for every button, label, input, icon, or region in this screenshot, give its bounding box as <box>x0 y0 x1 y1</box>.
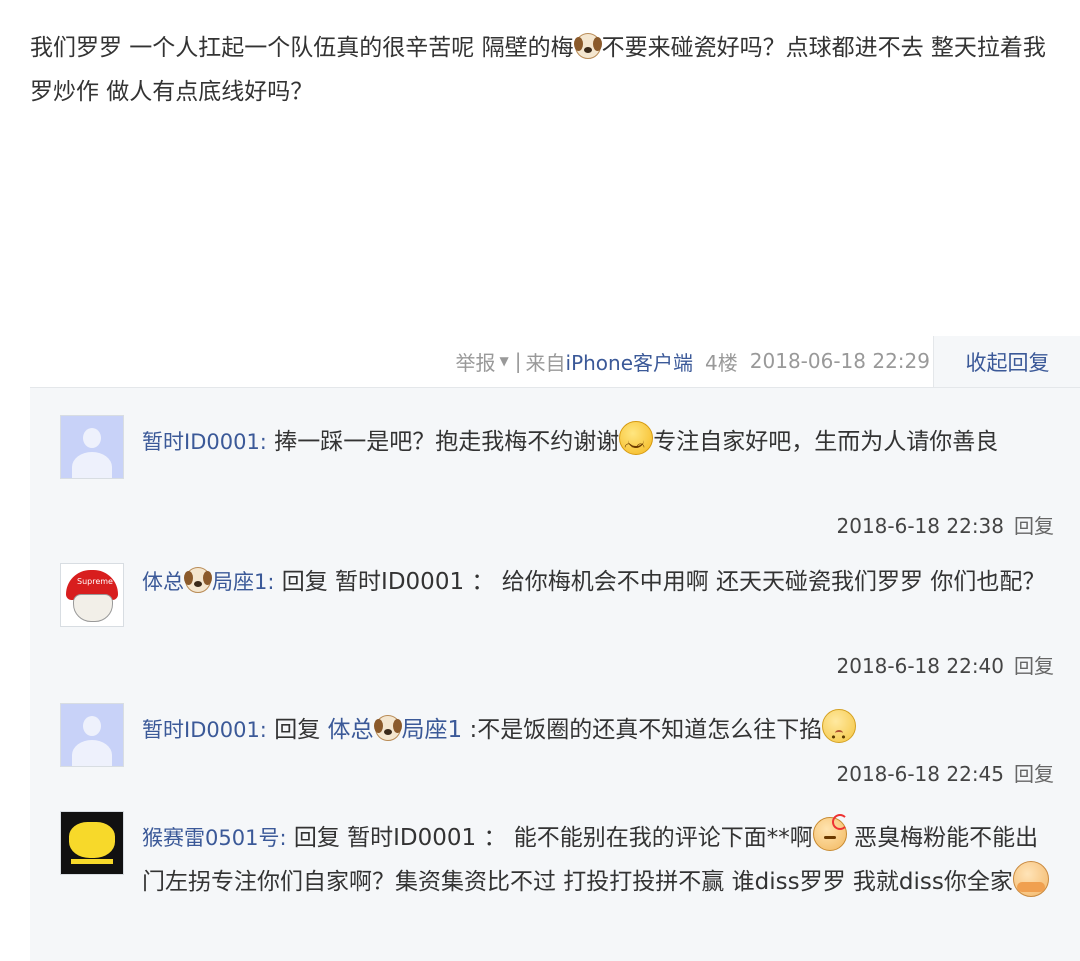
meta-separator: | <box>514 349 522 373</box>
reply-time: 2018-6-18 22:45 <box>836 762 1005 786</box>
reply-panel: 暂时ID0001: 捧一踩一是吧？抱走我梅不约谢谢 专注自家好吧，生而为人请你善良… <box>30 387 1080 961</box>
mention-part: 体总 <box>327 717 374 743</box>
reply-button[interactable]: 回复 <box>1014 654 1054 678</box>
client-source: 来自iPhone客户端 <box>526 347 694 376</box>
reply-button[interactable]: 回复 <box>1014 514 1054 538</box>
hug-emoji-icon <box>1012 861 1049 913</box>
avatar[interactable]: Supreme <box>60 563 124 627</box>
reply-meta: 2018-6-18 22:40 回复 <box>837 650 1055 679</box>
from-prefix: 来自 <box>525 350 566 375</box>
shy-emoji-icon <box>822 709 857 760</box>
reply-text: 专注自家好吧，生而为人请你善良 <box>653 429 999 455</box>
collapse-replies-button[interactable]: 收起回复 <box>933 336 1080 388</box>
reply-text: 捧一踩一是吧？抱走我梅不约谢谢 <box>266 429 620 455</box>
reply-text: 回复 暂时ID0001 ： 能不能别在我的评论下面**啊 <box>286 825 813 851</box>
reply-body: 暂时ID0001: 回复 体总 局座1 :不是饭圈的还真不知道怎么往下掐 <box>142 708 1052 760</box>
reply-username[interactable]: 暂时ID0001: <box>142 718 267 742</box>
report-link[interactable]: 举报 <box>456 347 496 376</box>
reply-body: 猴赛雷0501号: 回复 暂时ID0001 ： 能不能别在我的评论下面**啊 恶… <box>142 814 1052 913</box>
reply-username[interactable]: 猴赛雷0501号: <box>142 826 287 850</box>
reply-time: 2018-6-18 22:40 <box>836 654 1005 678</box>
post-text-part1: 我们罗罗 一个人扛起一个队伍真的很辛苦呢 隔壁的梅 <box>30 35 574 61</box>
dog-emoji-icon <box>573 33 602 59</box>
avatar[interactable] <box>60 703 124 767</box>
reply-body: 体总 局座1: 回复 暂时ID0001 ： 给你梅机会不中用啊 还天天碰瓷我们罗罗… <box>142 560 1052 604</box>
mention-link[interactable]: 体总 局座1 <box>327 715 463 743</box>
post-meta-bar: 举报 ▼ | 来自iPhone客户端 4楼 2018-06-18 22:29 <box>400 338 930 384</box>
client-link[interactable]: iPhone客户端 <box>566 351 694 375</box>
reply-meta: 2018-6-18 22:45 回复 <box>837 758 1055 787</box>
reply-meta: 2018-6-18 22:38 回复 <box>837 510 1055 539</box>
reply-button[interactable]: 回复 <box>1014 762 1054 786</box>
mention-part: 局座1 <box>401 717 463 743</box>
reply-text: :不是饭圈的还真不知道怎么往下掐 <box>462 717 823 743</box>
reply-text: 回复 <box>266 717 328 743</box>
post-time: 2018-06-18 22:29 <box>749 349 930 373</box>
dog-emoji-icon <box>184 567 212 593</box>
angry-emoji-icon <box>812 814 848 851</box>
reply-time: 2018-6-18 22:38 <box>836 514 1005 538</box>
reply-username[interactable]: 体总 局座1: <box>142 567 275 594</box>
avatar-logo-text: Supreme <box>77 577 113 586</box>
username-part: 局座1: <box>212 570 275 594</box>
caret-down-icon[interactable]: ▼ <box>500 354 509 368</box>
dog-emoji-icon <box>373 715 402 741</box>
smile-emoji-icon <box>619 421 654 470</box>
username-part: 体总 <box>142 570 184 594</box>
reply-body: 暂时ID0001: 捧一踩一是吧？抱走我梅不约谢谢 专注自家好吧，生而为人请你善良 <box>142 420 1052 470</box>
reply-username[interactable]: 暂时ID0001: <box>142 430 267 454</box>
reply-text: 回复 暂时ID0001 ： 给你梅机会不中用啊 还天天碰瓷我们罗罗 你们也配？ <box>274 569 1046 595</box>
avatar[interactable] <box>60 415 124 479</box>
floor-number: 4楼 <box>705 350 738 375</box>
avatar[interactable] <box>60 811 124 875</box>
post-content: 我们罗罗 一个人扛起一个队伍真的很辛苦呢 隔壁的梅 不要来碰瓷好吗？点球都进不去 … <box>30 26 1065 114</box>
